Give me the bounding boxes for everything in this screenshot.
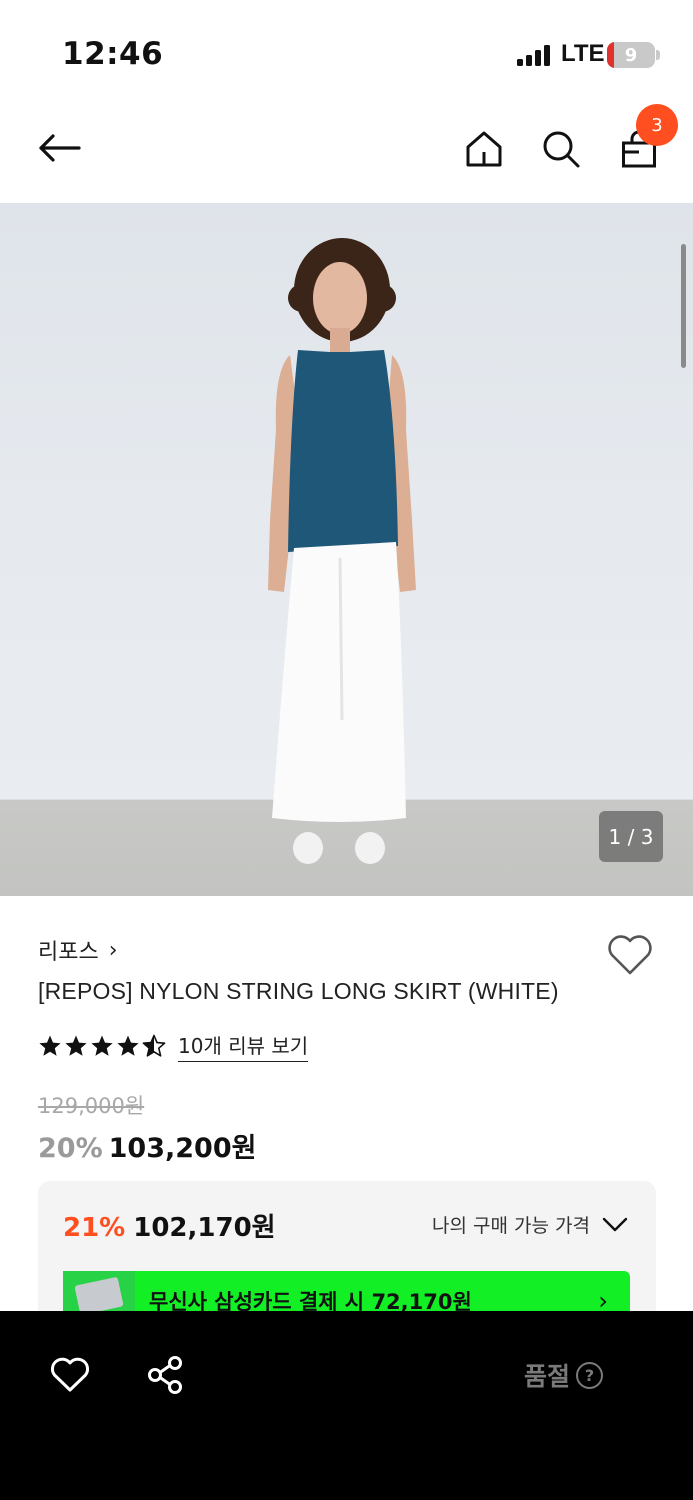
heart-icon [608, 935, 652, 975]
my-price-toggle-label: 나의 구매 가능 가격 [432, 1215, 590, 1237]
my-price-box: 21% 102,170원 나의 구매 가능 가격 무신사 삼성카드 결제 시 7… [38, 1181, 656, 1321]
heart-icon [51, 1357, 89, 1392]
question-icon[interactable]: ? [576, 1361, 604, 1389]
search-icon [543, 131, 580, 168]
status-time: 12:46 [62, 36, 164, 72]
battery-level: 9 [624, 44, 638, 66]
cart-count-badge: 3 [636, 104, 678, 146]
bottom-action-bar: 품절 ? [0, 1311, 693, 1500]
my-price-row: 21% 102,170원 [63, 1207, 276, 1244]
half-star-icon [142, 1034, 166, 1057]
status-bar: 12:46 LTE 9 [0, 0, 693, 100]
brand-name: 리포스 [38, 940, 99, 965]
star-icon [91, 1035, 113, 1056]
product-name: [REPOS] NYLON STRING LONG SKIRT (WHITE) [38, 978, 559, 1004]
my-discount-rate: 21% [63, 1213, 126, 1243]
product-photo [268, 238, 416, 864]
original-price: 129,000원 [38, 1094, 145, 1118]
battery-fill [607, 42, 614, 68]
brand-link[interactable]: 리포스 › [38, 934, 118, 966]
chevron-right-icon: › [108, 937, 118, 963]
sale-price-row: 20% 103,200원 [38, 1126, 256, 1165]
search-button[interactable] [536, 124, 586, 174]
chevron-down-icon [602, 1217, 628, 1231]
star-rating [38, 1034, 166, 1058]
my-price-toggle[interactable]: 나의 구매 가능 가격 [432, 1211, 628, 1238]
discount-rate: 20% [38, 1133, 103, 1164]
signal-icon [517, 44, 550, 66]
star-icon [39, 1035, 61, 1056]
like-button[interactable] [45, 1350, 95, 1400]
home-icon [466, 131, 502, 167]
wishlist-button[interactable] [606, 931, 654, 979]
sale-price: 103,200원 [108, 1133, 257, 1164]
scrollbar[interactable] [681, 244, 686, 368]
image-counter: 1 / 3 [599, 811, 663, 862]
top-nav-bar [0, 100, 693, 203]
star-icon [117, 1035, 139, 1056]
arrow-left-icon [39, 134, 81, 162]
my-price: 102,170원 [133, 1213, 276, 1243]
network-type: LTE [561, 40, 605, 67]
sold-out-label: 품절 [524, 1362, 571, 1391]
battery-cap [656, 50, 660, 60]
star-icon [65, 1035, 87, 1056]
back-button[interactable] [34, 123, 84, 173]
share-button[interactable] [140, 1350, 190, 1400]
product-image-carousel[interactable] [0, 203, 693, 896]
sold-out-status: 품절 ? [524, 1357, 604, 1393]
rating-row: 10개 리뷰 보기 [38, 1030, 309, 1062]
home-button[interactable] [459, 124, 509, 174]
battery-icon: 9 [607, 42, 655, 68]
reviews-link[interactable]: 10개 리뷰 보기 [178, 1030, 309, 1062]
share-icon [148, 1356, 182, 1394]
